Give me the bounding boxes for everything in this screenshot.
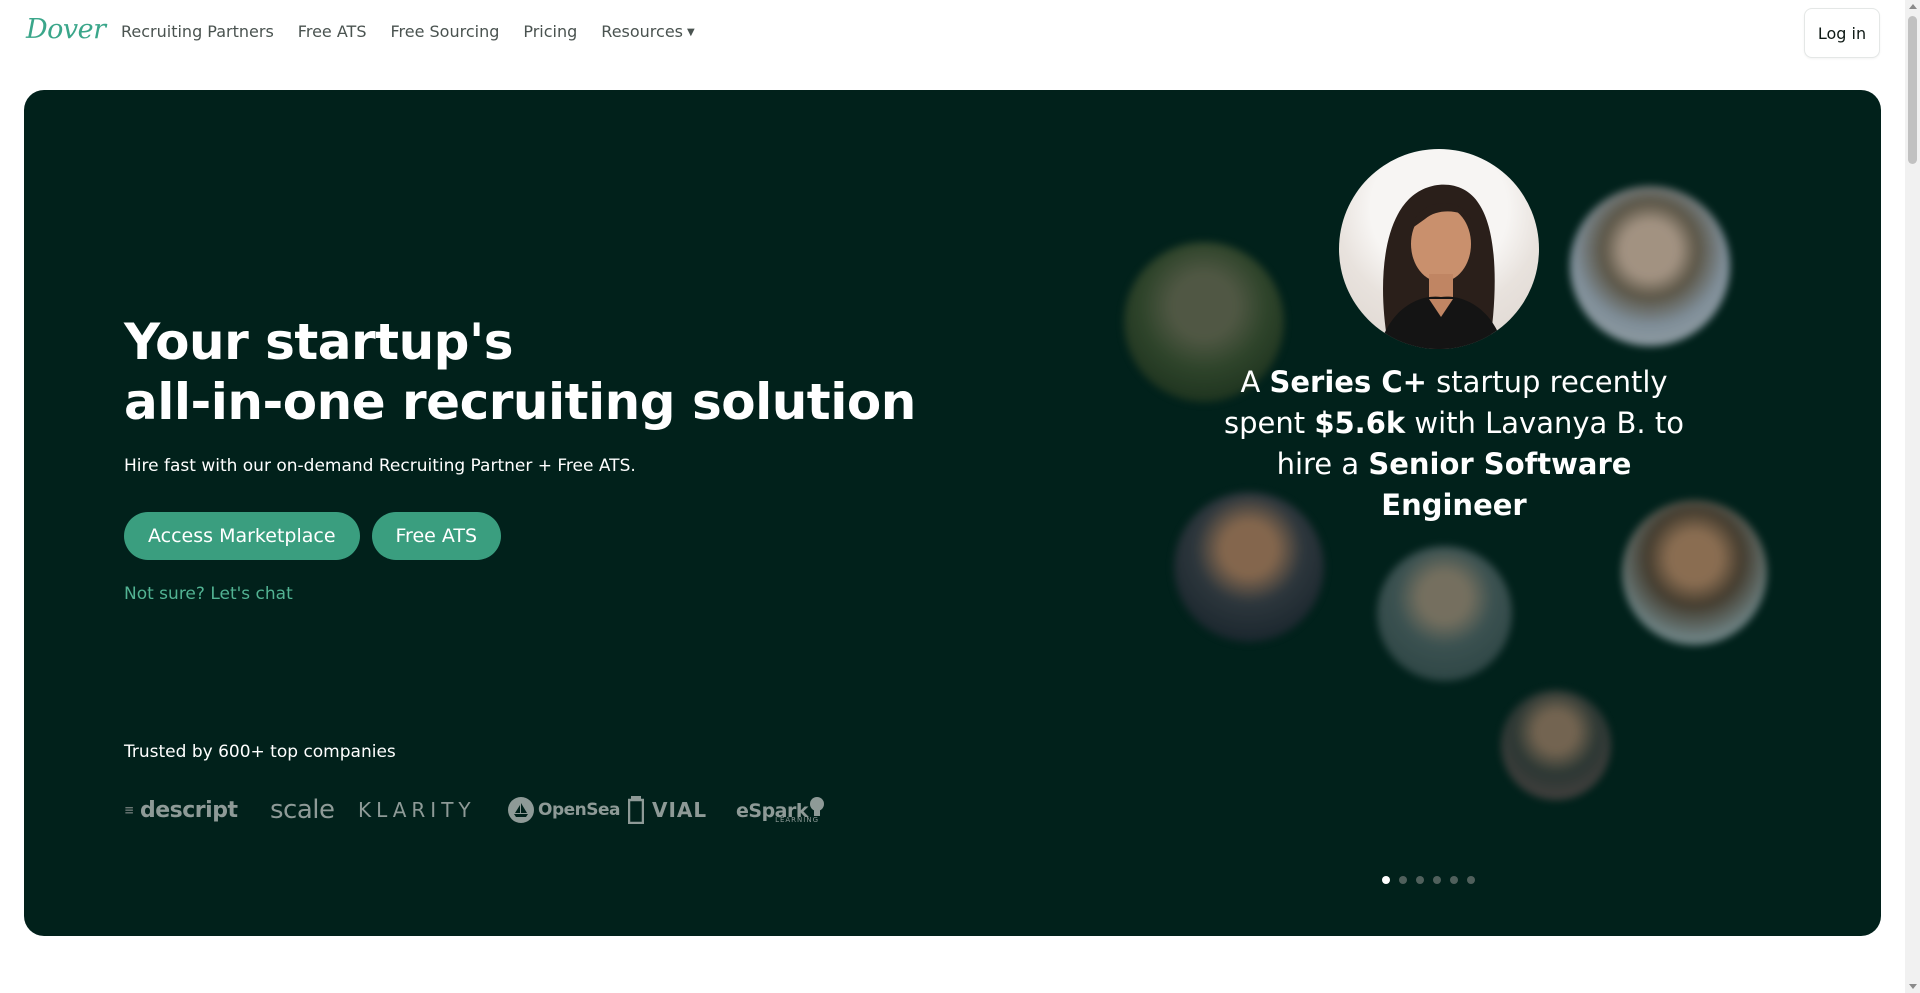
scroll-up-arrow-icon[interactable]: [1909, 4, 1917, 9]
vial-icon: [628, 796, 644, 824]
top-nav: Dover Recruiting Partners Free ATS Free …: [0, 0, 1905, 66]
hero-subhead: Hire fast with our on-demand Recruiting …: [124, 456, 636, 476]
nav-link-free-ats[interactable]: Free ATS: [298, 22, 367, 41]
lets-chat-link[interactable]: Not sure? Let's chat: [124, 584, 293, 604]
avatar-blurred-2: [1570, 186, 1730, 346]
avatar-blurred-4: [1377, 546, 1512, 681]
hero-section: Your startup's all-in-one recruiting sol…: [24, 90, 1881, 936]
testimonial-line2: spent $5.6k with Lavanya B. to: [1204, 403, 1704, 444]
hero-cta-row: Access Marketplace Free ATS: [124, 512, 502, 560]
testimonial-role: Senior Software Engineer: [1368, 447, 1632, 522]
scale-logo: scale: [270, 795, 335, 825]
opensea-logo: OpenSea: [508, 790, 621, 830]
testimonial-line1-post: startup recently: [1426, 365, 1668, 399]
avatar-blurred-6: [1501, 690, 1611, 800]
testimonial-stage: Series C+: [1269, 365, 1427, 399]
dover-logo[interactable]: Dover: [26, 14, 106, 45]
login-button[interactable]: Log in: [1804, 8, 1880, 58]
portrait-woman-icon: [1379, 184, 1504, 349]
access-marketplace-button[interactable]: Access Marketplace: [124, 512, 360, 560]
nav-link-free-sourcing[interactable]: Free Sourcing: [390, 22, 499, 41]
descript-logo: ≡ descript: [124, 797, 238, 823]
testimonial-line2-pre: spent: [1224, 406, 1315, 440]
espark-logo: eSpark LEARNING: [736, 790, 825, 830]
vial-logo: VIAL: [628, 790, 707, 830]
espark-logo-subtext: LEARNING: [775, 816, 819, 824]
testimonial-amount: $5.6k: [1314, 406, 1406, 440]
carousel-dot-6[interactable]: [1467, 876, 1475, 884]
testimonial-line3: hire a Senior Software Engineer: [1204, 444, 1704, 526]
scrollbar-thumb[interactable]: [1908, 16, 1917, 164]
carousel-dot-2[interactable]: [1399, 876, 1407, 884]
carousel-dot-4[interactable]: [1433, 876, 1441, 884]
nav-link-pricing[interactable]: Pricing: [523, 22, 577, 41]
opensea-logo-text: OpenSea: [538, 800, 621, 820]
page-scrollbar[interactable]: [1905, 0, 1920, 993]
testimonial-line1: A Series C+ startup recently: [1204, 362, 1704, 403]
carousel-dots: [1382, 876, 1475, 884]
testimonial-line2-post: with Lavanya B. to: [1405, 406, 1684, 440]
nav-link-recruiting-partners[interactable]: Recruiting Partners: [121, 22, 274, 41]
carousel-dot-3[interactable]: [1416, 876, 1424, 884]
hero-headline: Your startup's all-in-one recruiting sol…: [124, 312, 916, 432]
carousel-dot-1[interactable]: [1382, 876, 1390, 884]
testimonial-line3-pre: hire a: [1276, 447, 1369, 481]
opensea-icon: [508, 797, 534, 823]
descript-logo-text: descript: [140, 797, 238, 823]
trusted-by-text: Trusted by 600+ top companies: [124, 742, 396, 762]
klarity-logo: KLARITY: [358, 798, 476, 822]
testimonial-line1-pre: A: [1240, 365, 1270, 399]
nav-link-resources-label: Resources: [601, 22, 684, 41]
hero-headline-line1: Your startup's: [124, 313, 514, 371]
free-ats-button[interactable]: Free ATS: [371, 512, 502, 560]
scroll-down-arrow-icon[interactable]: [1909, 984, 1917, 989]
hero-headline-line2: all-in-one recruiting solution: [124, 373, 916, 431]
carousel-dot-5[interactable]: [1450, 876, 1458, 884]
chevron-down-icon: ▼: [687, 27, 695, 38]
nav-links: Recruiting Partners Free ATS Free Sourci…: [121, 22, 719, 41]
avatar-main: [1339, 149, 1539, 349]
vial-logo-text: VIAL: [652, 798, 708, 822]
nav-link-resources[interactable]: Resources ▼: [601, 22, 694, 41]
testimonial-quote: A Series C+ startup recently spent $5.6k…: [1204, 362, 1704, 526]
lightbulb-icon: [810, 797, 824, 816]
